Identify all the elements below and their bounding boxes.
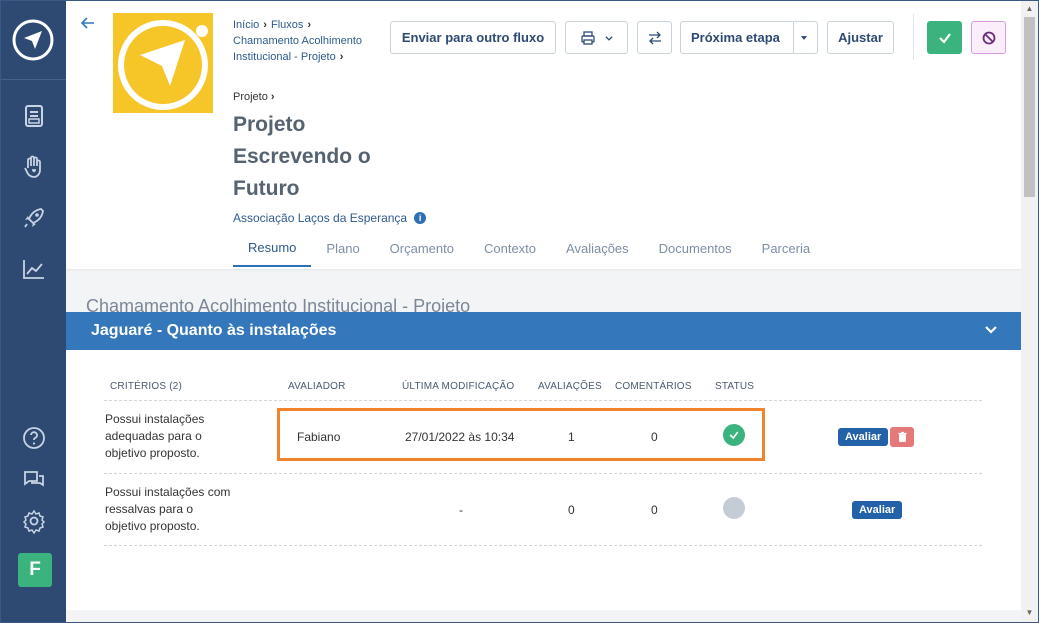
help-icon[interactable] <box>19 423 49 453</box>
next-step-button[interactable]: Próxima etapa <box>680 21 818 54</box>
header-evaluations: AVALIAÇÕES <box>538 381 602 392</box>
row-divider <box>104 545 982 546</box>
table-row-last-modified: - <box>459 503 463 517</box>
chat-icon[interactable] <box>19 464 49 494</box>
breadcrumb-item-inicio[interactable]: Início <box>233 19 259 31</box>
document-icon[interactable] <box>19 101 49 131</box>
settings-gear-icon[interactable] <box>19 506 49 536</box>
evaluate-button[interactable]: Avaliar <box>838 428 889 446</box>
tab-bar: Resumo Plano Orçamento Contexto Avaliaçõ… <box>233 229 825 269</box>
header-evaluator: AVALIADOR <box>288 381 346 392</box>
table-row-criterion: Possui instalações adequadas para o obje… <box>105 412 205 460</box>
scroll-up-arrow-icon[interactable]: ▲ <box>1025 4 1034 13</box>
table-row-evaluations: 0 <box>568 503 575 517</box>
tab-documentos[interactable]: Documentos <box>644 229 747 267</box>
swap-arrows-icon <box>648 31 661 44</box>
chart-trend-icon[interactable] <box>19 254 49 284</box>
breadcrumb: Início › Fluxos › Chamamento Acolhimento In… <box>233 19 363 63</box>
table-row-comments: 0 <box>651 503 658 517</box>
organization-link[interactable]: Associação Laços da Esperança <box>233 211 407 225</box>
tab-contexto[interactable]: Contexto <box>469 229 551 267</box>
chevron-down-icon <box>604 35 613 41</box>
row-divider <box>104 473 982 474</box>
split-divider <box>793 22 794 53</box>
header-comments: COMENTÁRIOS <box>615 381 692 392</box>
approve-button[interactable] <box>927 21 962 54</box>
main-content: Início › Fluxos › Chamamento Acolhimento In… <box>66 1 1021 622</box>
sidebar-divider <box>1 79 66 80</box>
scrollbar-thumb[interactable] <box>1024 17 1035 197</box>
breadcrumb-item-fluxos[interactable]: Fluxos <box>271 19 303 31</box>
project-header: Início › Fluxos › Chamamento Acolhimento In… <box>66 1 1021 269</box>
tab-parceria[interactable]: Parceria <box>747 229 825 267</box>
info-icon[interactable]: i <box>414 212 427 224</box>
evaluate-button[interactable]: Avaliar <box>852 501 903 519</box>
sidebar: F <box>1 1 66 622</box>
rocket-icon[interactable] <box>19 203 49 233</box>
check-icon <box>938 32 951 44</box>
trash-icon[interactable] <box>890 427 914 447</box>
tab-avaliacoes[interactable]: Avaliações <box>551 229 644 267</box>
project-logo <box>113 13 213 113</box>
caret-down-icon[interactable] <box>799 33 809 43</box>
criteria-table: CRITÉRIOS (2) AVALIADOR ÚLTIMA MODIFICAÇ… <box>66 350 1021 610</box>
send-other-flow-button[interactable]: Enviar para outro fluxo <box>390 21 556 54</box>
adjust-button[interactable]: Ajustar <box>827 21 894 54</box>
status-pending-icon <box>723 497 745 519</box>
header-last-modified: ÚLTIMA MODIFICAÇÃO <box>402 381 515 392</box>
ban-icon <box>982 31 995 44</box>
toolbar-separator <box>913 14 914 60</box>
printer-icon <box>580 30 595 45</box>
panel-title: Jaguaré - Quanto às instalações <box>91 322 337 339</box>
back-arrow-icon[interactable] <box>78 13 98 33</box>
block-button[interactable] <box>971 21 1006 54</box>
tab-plano[interactable]: Plano <box>311 229 374 267</box>
app-logo-icon[interactable] <box>11 18 55 62</box>
hand-heart-icon[interactable] <box>19 152 49 182</box>
print-button[interactable] <box>565 21 628 54</box>
page-title: Projeto Escrevendo o Futuro <box>233 113 371 200</box>
header-criteria: CRITÉRIOS (2) <box>110 381 183 392</box>
scroll-down-arrow-icon[interactable]: ▼ <box>1025 608 1034 617</box>
transfer-button[interactable] <box>637 21 672 54</box>
user-avatar[interactable]: F <box>18 553 52 587</box>
panel-header[interactable]: Jaguaré - Quanto às instalações <box>66 312 1021 350</box>
project-logo-icon <box>118 20 208 110</box>
table-row-criterion: Possui instalações com ressalvas para o … <box>105 485 231 533</box>
highlight-box <box>277 408 765 461</box>
row-divider <box>104 400 982 401</box>
tab-orcamento[interactable]: Orçamento <box>375 229 469 267</box>
header-status: STATUS <box>715 381 755 392</box>
organization: Associação Laços da Esperança i <box>233 211 427 225</box>
next-step-label: Próxima etapa <box>691 30 780 45</box>
chevron-down-icon[interactable] <box>983 322 999 338</box>
scrollbar[interactable]: ▲ ▼ <box>1021 1 1038 622</box>
tab-resumo[interactable]: Resumo <box>233 229 312 267</box>
breadcrumb-current-label: Projeto <box>233 91 268 103</box>
breadcrumb-current: Projeto › <box>233 91 275 103</box>
